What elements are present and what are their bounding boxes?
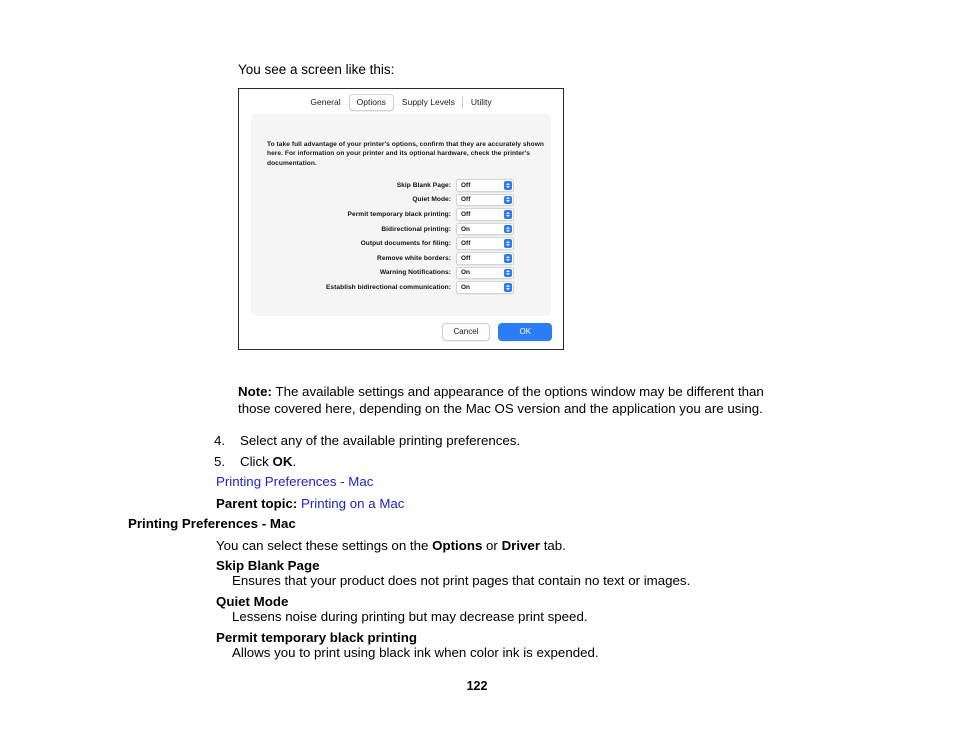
setting-value: On [461, 269, 470, 277]
dialog-description: To take full advantage of your printer's… [267, 141, 544, 167]
section-intro-paragraph: You can select these settings on the Opt… [216, 537, 566, 554]
section-heading: Printing Preferences - Mac [128, 516, 296, 531]
setting-value: Off [461, 254, 471, 262]
definition-term: Skip Blank Page [216, 558, 320, 573]
section-intro-bold-driver: Driver [501, 538, 540, 553]
document-page: You see a screen like this: General Optio… [0, 0, 954, 738]
intro-line: You see a screen like this: [238, 62, 395, 77]
printer-options-dialog-figure: General Options Supply Levels Utility To ta… [238, 88, 564, 350]
definition-description: Lessens noise during printing but may de… [232, 609, 588, 624]
setting-value: On [461, 225, 470, 233]
setting-label: Warning Notifications: [379, 269, 451, 277]
definition-term: Permit temporary black printing [216, 630, 417, 645]
cancel-button[interactable]: Cancel [441, 323, 491, 341]
step-text-bold: OK [272, 454, 293, 469]
setting-label: Permit temporary black printing: [347, 210, 451, 218]
chevron-updown-icon[interactable] [504, 283, 512, 292]
page-number: 122 [466, 679, 488, 693]
note-label: Note: [238, 384, 272, 399]
dialog-button-row: Cancel OK [441, 323, 552, 341]
step-text-suffix: . [292, 454, 297, 469]
setting-label: Quiet Mode: [412, 196, 451, 204]
step-item: 4. Select any of the available printing p… [214, 430, 774, 451]
setting-label: Remove white borders: [377, 254, 451, 262]
setting-label: Establish bidirectional communication: [325, 283, 451, 291]
chevron-updown-icon[interactable] [504, 210, 512, 219]
setting-row: Output documents for filing: Off [251, 236, 551, 251]
setting-value: Off [461, 181, 471, 189]
setting-dropdown[interactable]: Off [456, 237, 514, 250]
chevron-updown-icon[interactable] [504, 195, 512, 205]
step-text: Click OK. [240, 451, 296, 472]
link-printing-preferences-mac[interactable]: Printing Preferences - Mac [216, 474, 373, 489]
setting-dropdown[interactable]: Off [456, 193, 514, 207]
setting-label: Skip Blank Page: [396, 181, 451, 189]
setting-row: Establish bidirectional communication: On [251, 280, 551, 295]
section-intro-middle: or [482, 538, 502, 553]
dialog-tab-bar: General Options Supply Levels Utility [239, 89, 563, 115]
setting-value: Off [461, 210, 471, 218]
note-text: The available settings and appearance of… [238, 384, 764, 416]
setting-row: Bidirectional printing: On [251, 222, 551, 237]
note-paragraph: Note: The available settings and appeara… [238, 384, 798, 417]
definition-description: Ensures that your product does not print… [232, 573, 691, 588]
chevron-updown-icon[interactable] [504, 254, 512, 263]
step-text: Select any of the available printing pre… [240, 433, 521, 448]
parent-topic-line: Parent topic: Printing on a Mac [216, 495, 404, 512]
dialog-tab-utility[interactable]: Utility [462, 94, 500, 111]
section-intro-bold-options: Options [432, 538, 483, 553]
dialog-content-panel: To take full advantage of your printer's… [251, 114, 551, 316]
step-item: 5. Click OK. [214, 451, 774, 472]
section-intro-suffix: tab. [540, 538, 566, 553]
chevron-updown-icon[interactable] [504, 268, 512, 278]
setting-label: Bidirectional printing: [381, 225, 451, 233]
step-number: 4. [214, 433, 226, 448]
steps-list: 4. Select any of the available printing p… [214, 430, 774, 472]
definition-term: Quiet Mode [216, 594, 289, 609]
link-printing-on-a-mac[interactable]: Printing on a Mac [301, 496, 404, 511]
setting-dropdown[interactable]: Off [456, 208, 514, 221]
setting-dropdown[interactable]: Off [456, 252, 514, 265]
ok-button[interactable]: OK [498, 323, 552, 341]
chevron-updown-icon[interactable] [504, 239, 512, 248]
dialog-tab-supply-levels[interactable]: Supply Levels [394, 94, 463, 111]
setting-dropdown[interactable]: On [456, 266, 514, 280]
setting-value: Off [461, 196, 471, 204]
step-text-prefix: Click [240, 454, 273, 469]
setting-value: Off [461, 240, 471, 248]
setting-row: Warning Notifications: On [251, 266, 551, 281]
setting-label: Output documents for filing: [360, 240, 451, 248]
step-number: 5. [214, 454, 226, 469]
setting-row: Quiet Mode: Off [251, 193, 551, 208]
settings-list: Skip Blank Page: Off Quiet Mode: Off Permit … [251, 178, 551, 295]
chevron-updown-icon[interactable] [504, 224, 512, 234]
dialog-tab-general[interactable]: General [302, 94, 348, 111]
definition-description: Allows you to print using black ink when… [232, 645, 599, 660]
setting-value: On [461, 283, 470, 291]
chevron-updown-icon[interactable] [504, 181, 512, 190]
setting-dropdown[interactable]: On [456, 281, 514, 294]
parent-topic-label: Parent topic: [216, 496, 298, 511]
setting-row: Skip Blank Page: Off [251, 178, 551, 193]
setting-dropdown[interactable]: On [456, 222, 514, 236]
setting-dropdown[interactable]: Off [456, 179, 514, 192]
link-printing-preferences-mac-line: Printing Preferences - Mac [216, 473, 373, 490]
dialog-tab-options[interactable]: Options [348, 93, 394, 111]
section-intro-prefix: You can select these settings on the [216, 538, 433, 553]
setting-row: Permit temporary black printing: Off [251, 207, 551, 222]
setting-row: Remove white borders: Off [251, 251, 551, 266]
